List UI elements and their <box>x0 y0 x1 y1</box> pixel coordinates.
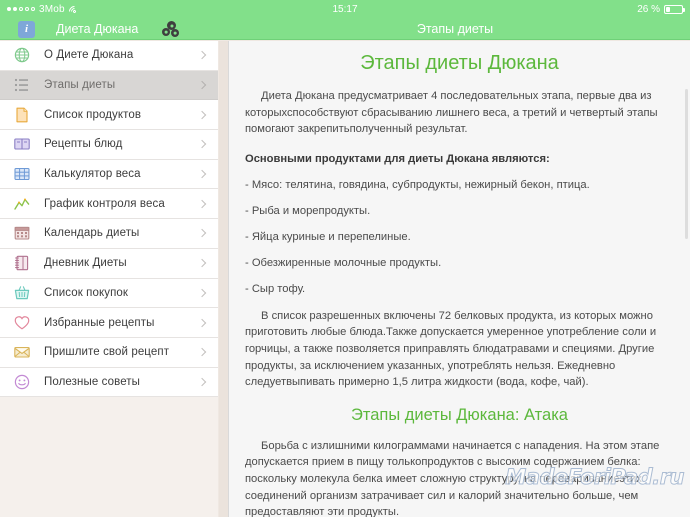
sidebar-item-12[interactable]: Полезные советы <box>0 367 218 398</box>
content-pane[interactable]: Этапы диеты Дюкана Диета Дюкана предусма… <box>228 41 690 517</box>
sidebar-item-label: Календарь диеты <box>44 227 140 240</box>
content-heading: Этапы диеты Дюкана <box>360 52 559 74</box>
sidebar-item-10[interactable]: Избранные рецепты <box>0 308 218 338</box>
sidebar-item-label: Этапы диеты <box>44 79 116 92</box>
smiley-icon <box>12 373 32 391</box>
sidebar-item-6[interactable]: График контроля веса <box>0 189 218 220</box>
content-gap <box>219 41 228 517</box>
sidebar-item-4[interactable]: Рецепты блюд <box>0 130 218 160</box>
navigation-bar: i Диета Дюкана Этапы диеты <box>0 18 690 40</box>
sidebar-item-9[interactable]: Список покупок <box>0 278 218 309</box>
content-product-item: - Мясо: телятина, говядина, субпродукты,… <box>245 178 590 191</box>
globe-icon <box>12 46 32 64</box>
calendar-icon <box>12 224 32 242</box>
chevron-right-icon <box>197 258 207 268</box>
basket-icon <box>12 284 32 302</box>
chevron-right-icon <box>197 140 207 149</box>
content-attack-paragraph: Борьба с излишними килограммами начинает… <box>245 439 660 517</box>
chevron-right-icon <box>197 110 207 119</box>
envelope-icon <box>12 343 32 361</box>
sidebar-item-label: Избранные рецепты <box>44 316 155 329</box>
sidebar-item-8[interactable]: Дневник Диеты <box>0 248 218 279</box>
sidebar-item-1[interactable]: О Диете Дюкана <box>0 41 218 71</box>
sidebar-empty-area <box>0 397 218 517</box>
content-products-heading: Основными продуктами для диеты Дюкана яв… <box>245 152 550 165</box>
chart-line-icon <box>12 195 32 213</box>
content-product-item: - Яйца куриные и перепелиные. <box>245 230 411 243</box>
chevron-right-icon <box>197 169 207 179</box>
content-product-item: - Сыр тофу. <box>245 282 306 295</box>
content-intro-paragraph: Диета Дюкана предусматривает 4 последова… <box>245 90 658 136</box>
list-icon <box>12 76 32 94</box>
sidebar-item-label: Полезные советы <box>44 375 141 388</box>
settings-gears-icon[interactable] <box>162 21 180 37</box>
chevron-right-icon <box>197 80 207 90</box>
sidebar-item-label: Пришлите свой рецепт <box>44 346 170 359</box>
info-button[interactable]: i <box>18 20 35 38</box>
chevron-right-icon <box>197 229 207 238</box>
sidebar-item-3[interactable]: Список продуктов <box>0 100 218 131</box>
grid-icon <box>12 165 32 183</box>
sidebar-item-2[interactable]: Этапы диеты <box>0 70 218 101</box>
sidebar-item-label: График контроля веса <box>44 197 165 210</box>
sidebar-item-11[interactable]: Пришлите свой рецепт <box>0 337 218 368</box>
status-bar: 3Mob 15:17 26 % <box>0 0 690 19</box>
document-icon <box>12 106 32 124</box>
sidebar-item-label: Калькулятор веса <box>44 168 141 181</box>
content-products-list: - Мясо: телятина, говядина, субпродукты,… <box>245 179 674 295</box>
chevron-right-icon <box>197 318 207 327</box>
app-title: Диета Дюкана <box>56 22 139 36</box>
content-scrollbar[interactable] <box>685 89 688 239</box>
content-product-item: - Обезжиренные молочные продукты. <box>245 256 442 269</box>
sidebar-item-5[interactable]: Калькулятор веса <box>0 159 218 190</box>
sidebar-item-label: Дневник Диеты <box>44 257 127 270</box>
app-root: 3Mob 15:17 26 % i Диета Дюкана Этапы дие… <box>0 0 690 517</box>
sidebar-item-label: Рецепты блюд <box>44 138 123 151</box>
book-icon <box>12 135 32 153</box>
chevron-right-icon <box>197 199 207 209</box>
navigation-bar-left: i Диета Дюкана <box>0 18 220 40</box>
chevron-right-icon <box>197 347 207 357</box>
page-title: Этапы диеты <box>416 22 494 36</box>
chevron-right-icon <box>197 377 207 387</box>
heart-icon <box>12 314 32 332</box>
status-bar-clock: 15:17 <box>332 3 358 15</box>
content-allowed-paragraph: В список разрешенных включены 72 белковы… <box>245 309 657 389</box>
sidebar-item-label: Список покупок <box>44 286 129 299</box>
battery-icon <box>664 4 685 14</box>
content-product-item: - Рыба и морепродукты. <box>245 204 371 217</box>
navigation-bar-right: Этапы диеты <box>220 18 690 40</box>
chevron-right-icon <box>197 51 207 60</box>
sidebar-item-7[interactable]: Календарь диеты <box>0 219 218 249</box>
chevron-right-icon <box>197 288 207 298</box>
sidebar-item-label: О Диете Дюкана <box>44 49 134 62</box>
sidebar[interactable]: О Диете Дюкана Этапы диеты Список продукто… <box>0 41 218 517</box>
content-attack-heading: Этапы диеты Дюкана: Атака <box>351 405 568 424</box>
sidebar-item-label: Список продуктов <box>44 108 142 121</box>
notebook-icon <box>12 254 32 272</box>
sidebar-menu: О Диете Дюкана Этапы диеты Список продукто… <box>0 41 218 398</box>
